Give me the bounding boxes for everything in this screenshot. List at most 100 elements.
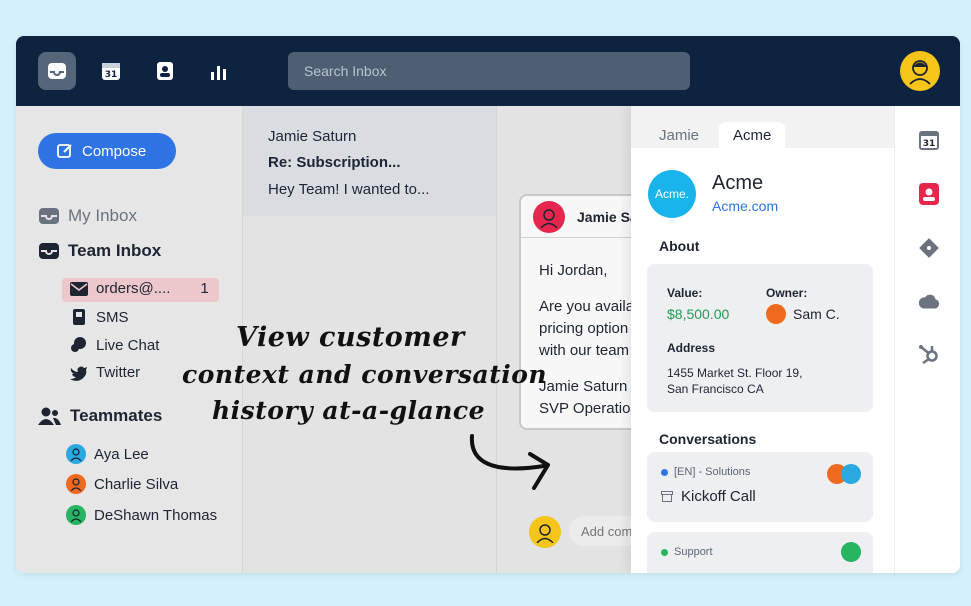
message-subject: Re: Subscription... bbox=[268, 154, 401, 171]
rail-salesforce-button[interactable] bbox=[917, 290, 941, 314]
address-label: Address bbox=[667, 341, 716, 355]
conversation-title-row: Kickoff Call bbox=[661, 488, 756, 505]
tab-acme[interactable]: Acme bbox=[719, 122, 786, 148]
inbox-icon bbox=[39, 243, 59, 259]
conversations-title: Conversations bbox=[659, 431, 757, 447]
conversation-card[interactable]: Support bbox=[647, 532, 873, 573]
orders-count: 1 bbox=[200, 280, 209, 297]
teammate-item[interactable]: Charlie Silva bbox=[66, 474, 178, 494]
compose-icon bbox=[57, 144, 72, 158]
person-avatar-icon bbox=[70, 478, 82, 491]
sms-label: SMS bbox=[96, 308, 129, 326]
mail-icon bbox=[70, 281, 88, 296]
conversation-tag: Support bbox=[661, 546, 713, 558]
sidebar-item-my-inbox[interactable]: My Inbox bbox=[38, 206, 137, 226]
compose-button[interactable]: Compose bbox=[38, 133, 176, 169]
user-avatar[interactable] bbox=[900, 51, 940, 91]
svg-text:31: 31 bbox=[105, 70, 118, 80]
annotation-line: View customer bbox=[236, 322, 465, 353]
sidebar-item-team-inbox[interactable]: Team Inbox bbox=[38, 241, 161, 261]
teammate-item[interactable]: Aya Lee bbox=[66, 444, 149, 464]
sidebar-item-live-chat[interactable]: Live Chat bbox=[70, 336, 159, 354]
participant-avatar bbox=[841, 542, 861, 562]
sidebar-item-twitter[interactable]: Twitter bbox=[70, 364, 140, 381]
teammates-label: Teammates bbox=[70, 406, 163, 425]
about-card: Value: $8,500.00 Owner: Sam C. Address 1… bbox=[647, 264, 873, 412]
owner-name: Sam C. bbox=[793, 306, 840, 322]
email-line: SVP Operatio bbox=[539, 400, 631, 417]
email-line: with our team bbox=[539, 342, 630, 359]
company-logo: Acme. bbox=[648, 170, 696, 218]
teammate-name: Aya Lee bbox=[94, 445, 149, 463]
sidebar: Compose My Inbox Team Inbox orders@.... … bbox=[16, 106, 242, 573]
inbox-icon bbox=[39, 208, 59, 224]
person-avatar-icon bbox=[70, 448, 82, 461]
twitter-icon bbox=[70, 366, 87, 381]
calendar-day: 31 bbox=[923, 139, 936, 149]
conversation-pane: Jamie Sa Hi Jordan, Are you availa prici… bbox=[496, 106, 659, 573]
owner-avatar bbox=[766, 304, 786, 324]
status-dot bbox=[661, 548, 668, 556]
value-label: Value: bbox=[667, 286, 703, 300]
nav-calendar-button[interactable]: 31 bbox=[92, 52, 130, 90]
annotation-line: context and conversation bbox=[182, 360, 548, 389]
hubspot-icon bbox=[919, 345, 938, 365]
about-title: About bbox=[659, 238, 700, 254]
rail-contacts-button[interactable] bbox=[917, 182, 941, 206]
message-list-item-selected[interactable]: Jamie Saturn Re: Subscription... Hey Tea… bbox=[243, 106, 497, 216]
rail-hubspot-button[interactable] bbox=[917, 342, 941, 366]
tab-jamie[interactable]: Jamie bbox=[645, 122, 713, 148]
sidebar-item-teammates[interactable]: Teammates bbox=[38, 406, 162, 426]
message-sender: Jamie Saturn bbox=[268, 128, 357, 145]
deal-value: $8,500.00 bbox=[667, 306, 730, 322]
top-bar: 31 bbox=[16, 36, 960, 106]
annotation-line: history at-a-glance bbox=[212, 396, 486, 425]
conversation-tag-label: Support bbox=[674, 546, 713, 558]
owner-label: Owner: bbox=[766, 286, 808, 300]
teammate-avatar bbox=[66, 474, 86, 494]
person-avatar-icon bbox=[540, 209, 558, 228]
context-tabs: Jamie Acme bbox=[631, 106, 894, 148]
search-input[interactable] bbox=[288, 52, 690, 90]
diamond-icon bbox=[919, 238, 939, 258]
orders-label: orders@.... bbox=[96, 280, 171, 297]
teammate-item[interactable]: DeShawn Thomas bbox=[66, 505, 217, 525]
sender-avatar bbox=[533, 201, 565, 233]
sidebar-item-sms[interactable]: SMS bbox=[70, 308, 129, 326]
chat-bubble-icon bbox=[71, 337, 86, 352]
conversation-tag: [EN] - Solutions bbox=[661, 466, 750, 478]
nav-analytics-button[interactable] bbox=[200, 52, 238, 90]
conversation-card[interactable]: [EN] - Solutions Kickoff Call bbox=[647, 452, 873, 522]
teammate-name: Charlie Silva bbox=[94, 475, 179, 493]
company-domain-link[interactable]: Acme.com bbox=[712, 198, 778, 214]
team-inbox-label: Team Inbox bbox=[68, 241, 162, 260]
nav-inbox-button[interactable] bbox=[38, 52, 76, 90]
person-avatar-icon bbox=[536, 524, 554, 543]
twitter-label: Twitter bbox=[96, 364, 141, 381]
email-line: Hi Jordan, bbox=[539, 262, 608, 279]
sms-icon bbox=[73, 309, 85, 325]
rail-integration-button[interactable] bbox=[917, 236, 941, 260]
person-avatar-icon bbox=[70, 509, 82, 522]
teammate-name: DeShawn Thomas bbox=[94, 506, 218, 524]
comment-avatar bbox=[529, 516, 561, 548]
participant-avatar bbox=[841, 464, 861, 484]
contact-card-icon bbox=[919, 183, 939, 205]
email-line: pricing option bbox=[539, 320, 629, 337]
email-line: Jamie Saturn bbox=[539, 378, 628, 395]
people-icon bbox=[38, 407, 61, 425]
app-rail: 31 bbox=[894, 106, 960, 573]
person-avatar-icon bbox=[909, 60, 931, 85]
teammate-avatar bbox=[66, 444, 86, 464]
rail-calendar-button[interactable]: 31 bbox=[917, 128, 941, 152]
nav-contacts-button[interactable] bbox=[146, 52, 184, 90]
email-line: Are you availa bbox=[539, 298, 635, 315]
contacts-icon bbox=[157, 62, 173, 80]
analytics-icon bbox=[211, 66, 226, 80]
my-inbox-label: My Inbox bbox=[68, 206, 137, 225]
sidebar-item-orders[interactable]: orders@.... 1 bbox=[70, 280, 209, 297]
status-dot bbox=[661, 468, 668, 476]
live-chat-label: Live Chat bbox=[96, 336, 160, 354]
message-preview: Hey Team! I wanted to... bbox=[268, 181, 430, 198]
compose-label: Compose bbox=[82, 142, 147, 160]
